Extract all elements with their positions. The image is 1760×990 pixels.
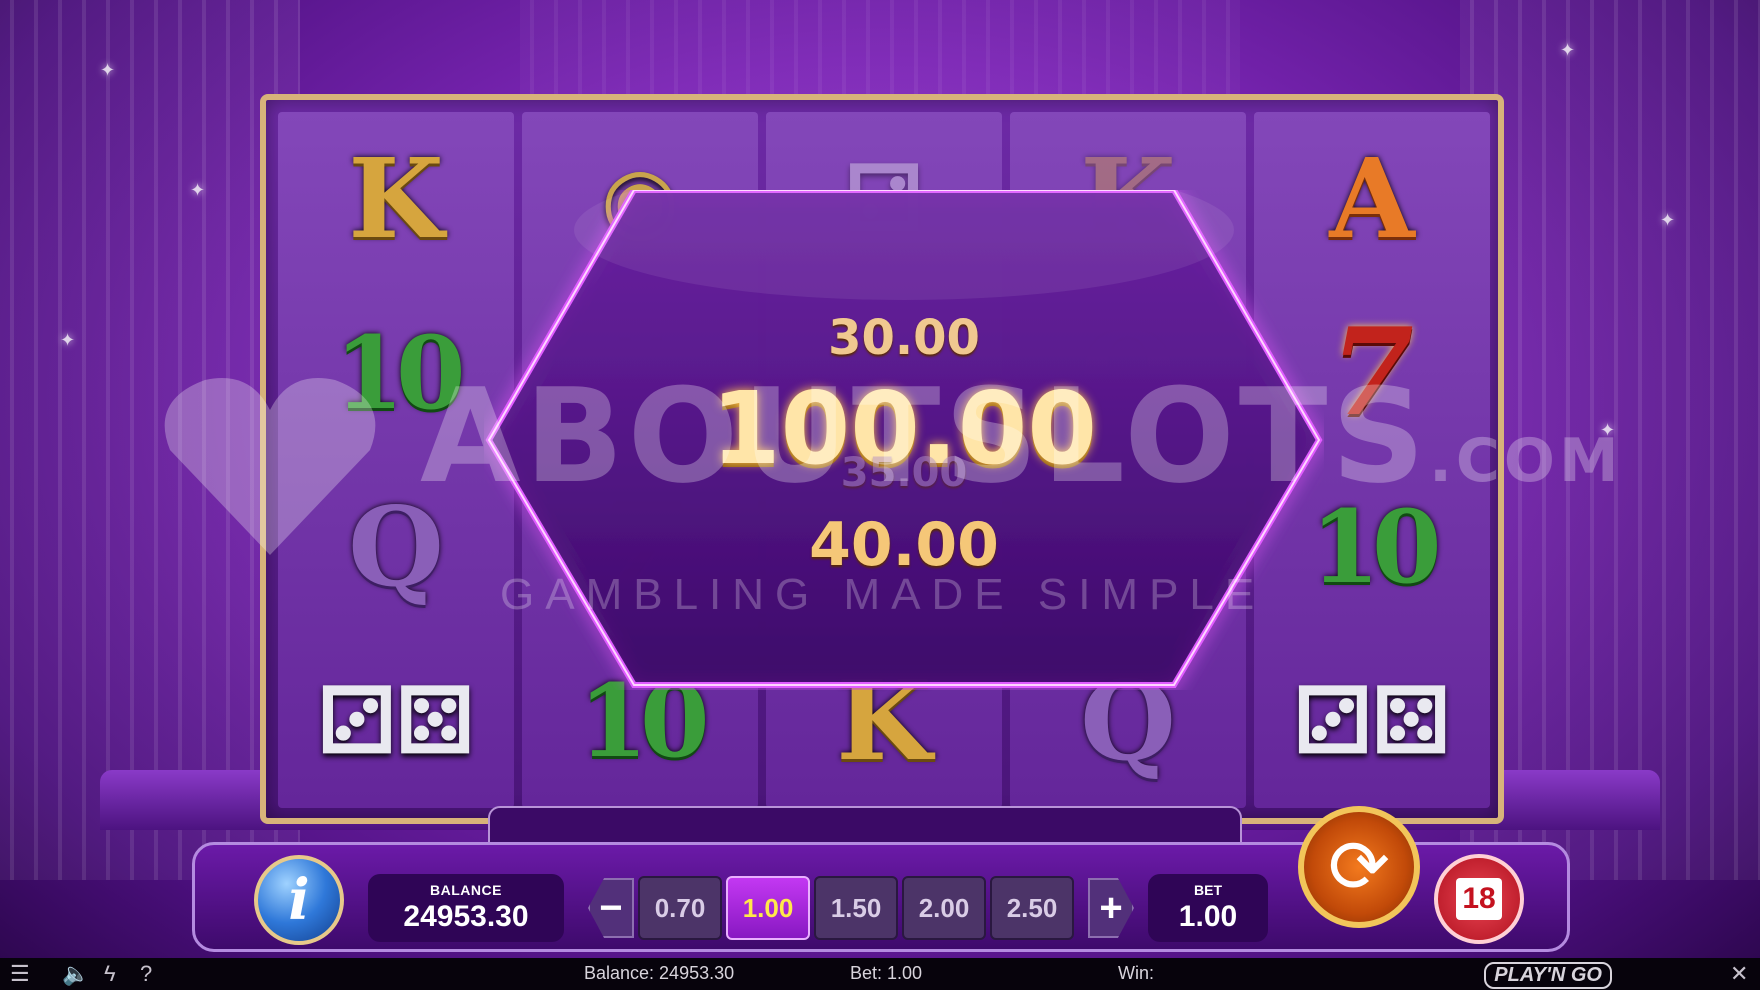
- sparkle-icon: ✦: [190, 180, 206, 200]
- close-icon[interactable]: ✕: [1730, 961, 1748, 987]
- brand-logo: PLAY'N GO: [1484, 962, 1612, 989]
- reel-symbol: 10: [334, 314, 465, 432]
- bet-option-selected[interactable]: 1.00: [726, 876, 810, 940]
- bet-value: 1.00: [1178, 900, 1238, 933]
- status-bet: Bet: 1.00: [850, 963, 923, 983]
- left-curtain: [0, 0, 300, 880]
- bet-option[interactable]: 2.50: [990, 876, 1074, 940]
- status-win: Win:: [1118, 963, 1154, 983]
- sparkle-icon: ✦: [1660, 210, 1676, 230]
- sound-icon[interactable]: 🔈: [62, 961, 89, 987]
- help-button[interactable]: ?: [140, 961, 152, 987]
- turbo-icon[interactable]: ϟ: [104, 961, 116, 987]
- reel-1: K 10 Q ⚂⚄: [278, 112, 514, 808]
- bet-display: BET 1.00: [1148, 874, 1268, 942]
- win-line-value: 30.00: [828, 310, 980, 366]
- dice-icon: ⚂⚄: [317, 668, 475, 774]
- age-label: 18: [1456, 878, 1502, 920]
- bet-option[interactable]: 1.50: [814, 876, 898, 940]
- menu-icon[interactable]: ☰: [10, 961, 30, 987]
- bet-option[interactable]: 2.00: [902, 876, 986, 940]
- bet-label: BET: [1194, 882, 1222, 898]
- balance-value: 24953.30: [403, 900, 529, 933]
- increase-bet-button[interactable]: +: [1088, 878, 1134, 938]
- sparkle-icon: ✦: [1600, 420, 1616, 440]
- bet-selector: − 0.70 1.00 1.50 2.00 2.50 +: [588, 874, 1134, 942]
- status-bar: ☰ 🔈 ϟ ? Balance: 24953.30 Bet: 1.00 Win:…: [0, 958, 1760, 990]
- sparkle-icon: ✦: [1560, 40, 1576, 60]
- info-button[interactable]: i: [254, 855, 344, 945]
- reel-symbol: Q: [348, 482, 444, 611]
- status-balance: Balance: 24953.30: [584, 963, 735, 983]
- spin-arrows-icon: ⟳: [1327, 825, 1390, 908]
- win-line-value: 40.00: [809, 510, 999, 580]
- sparkle-icon: ✦: [60, 330, 76, 350]
- win-panel: 30.00 100.00 35.00 40.00: [484, 190, 1324, 690]
- balance-display: BALANCE 24953.30: [368, 874, 564, 942]
- reel-symbol: K: [348, 134, 444, 263]
- balance-label: BALANCE: [430, 882, 502, 898]
- win-line-value: 35.00: [840, 450, 968, 496]
- age-restriction-badge: 18: [1434, 854, 1524, 944]
- spin-button[interactable]: ⟳: [1298, 806, 1420, 928]
- bet-option[interactable]: 0.70: [638, 876, 722, 940]
- decrease-bet-button[interactable]: −: [588, 878, 634, 938]
- sparkle-icon: ✦: [100, 60, 116, 80]
